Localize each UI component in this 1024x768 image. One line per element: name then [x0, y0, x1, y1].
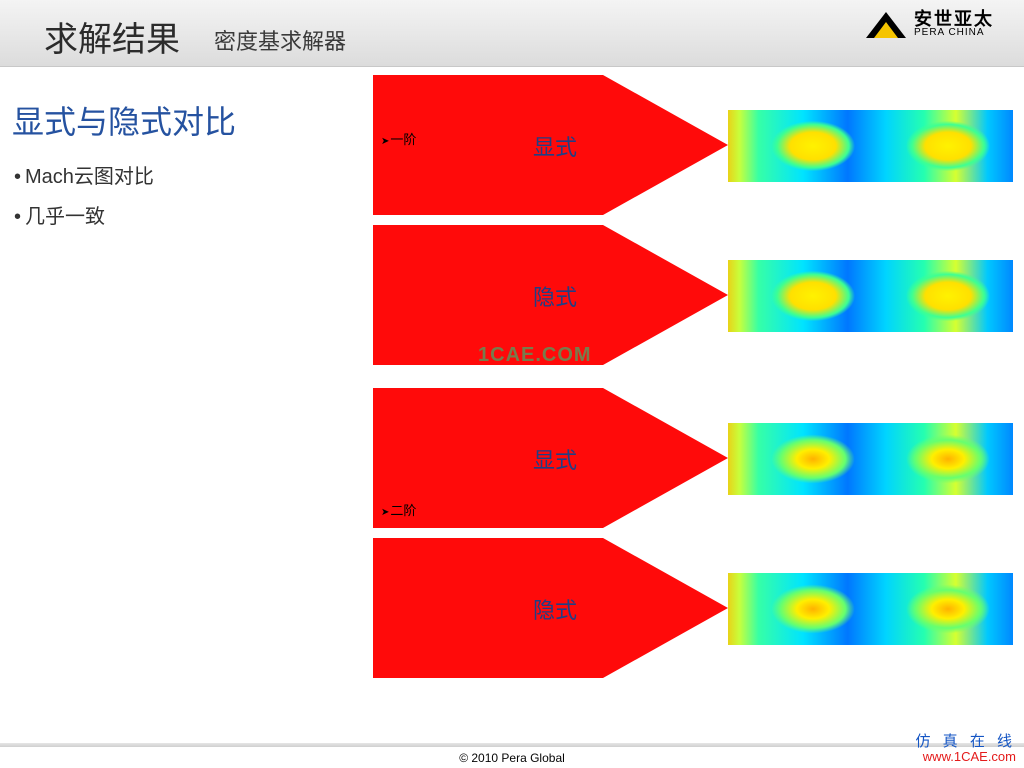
nozzle-graphic: [373, 538, 1013, 678]
nozzle-graphic: [373, 75, 1013, 215]
watermark: 1CAE.COM: [478, 344, 592, 365]
copyright: © 2010 Pera Global: [0, 751, 1024, 765]
bullet-item: 几乎一致: [14, 197, 154, 237]
slide-body: 显式与隐式对比 Mach云图对比 几乎一致 一阶 显式 隐式: [0, 67, 1024, 768]
contour-second-implicit: [373, 538, 1013, 678]
nozzle-graphic: [373, 388, 1013, 528]
figure-group-second-order: 二阶 显式 隐式: [373, 388, 1013, 677]
nozzle-graphic: [373, 225, 1013, 365]
order-label-first: 一阶: [381, 129, 416, 148]
label-implicit: 隐式: [533, 280, 577, 312]
contour-second-explicit: [373, 388, 1013, 528]
contour-first-explicit: [373, 75, 1013, 215]
contour-first-implicit: 1CAE.COM: [373, 225, 1013, 365]
figure-group-first-order: 一阶 显式 隐式 1CAE: [373, 75, 1013, 364]
source-stamp: 仿 真 在 线 www.1CAE.com: [915, 733, 1016, 765]
stamp-cn: 仿 真 在 线: [915, 733, 1016, 750]
stamp-url: www.1CAE.com: [915, 750, 1016, 765]
logo-text: 安世亚太 PERA CHINA: [914, 10, 994, 38]
bullet-item: Mach云图对比: [14, 157, 154, 197]
pera-logo: 安世亚太 PERA CHINA: [866, 10, 994, 38]
label-explicit: 显式: [533, 130, 577, 162]
section-title: 显式与隐式对比: [12, 97, 236, 143]
order-label-second: 二阶: [381, 500, 416, 519]
figure-area: 一阶 显式 隐式 1CAE: [373, 75, 1013, 701]
label-implicit: 隐式: [533, 593, 577, 625]
bullet-list: Mach云图对比 几乎一致: [14, 157, 154, 237]
logo-name-cn: 安世亚太: [914, 10, 994, 28]
logo-triangle-icon: [866, 10, 906, 38]
logo-name-en: PERA CHINA: [914, 28, 994, 38]
footer-divider: [0, 743, 1024, 747]
label-explicit: 显式: [533, 443, 577, 475]
slide-header: 求解结果 密度基求解器 安世亚太 PERA CHINA: [0, 0, 1024, 67]
header-subtitle: 密度基求解器: [214, 24, 346, 56]
header-title: 求解结果: [44, 12, 180, 61]
